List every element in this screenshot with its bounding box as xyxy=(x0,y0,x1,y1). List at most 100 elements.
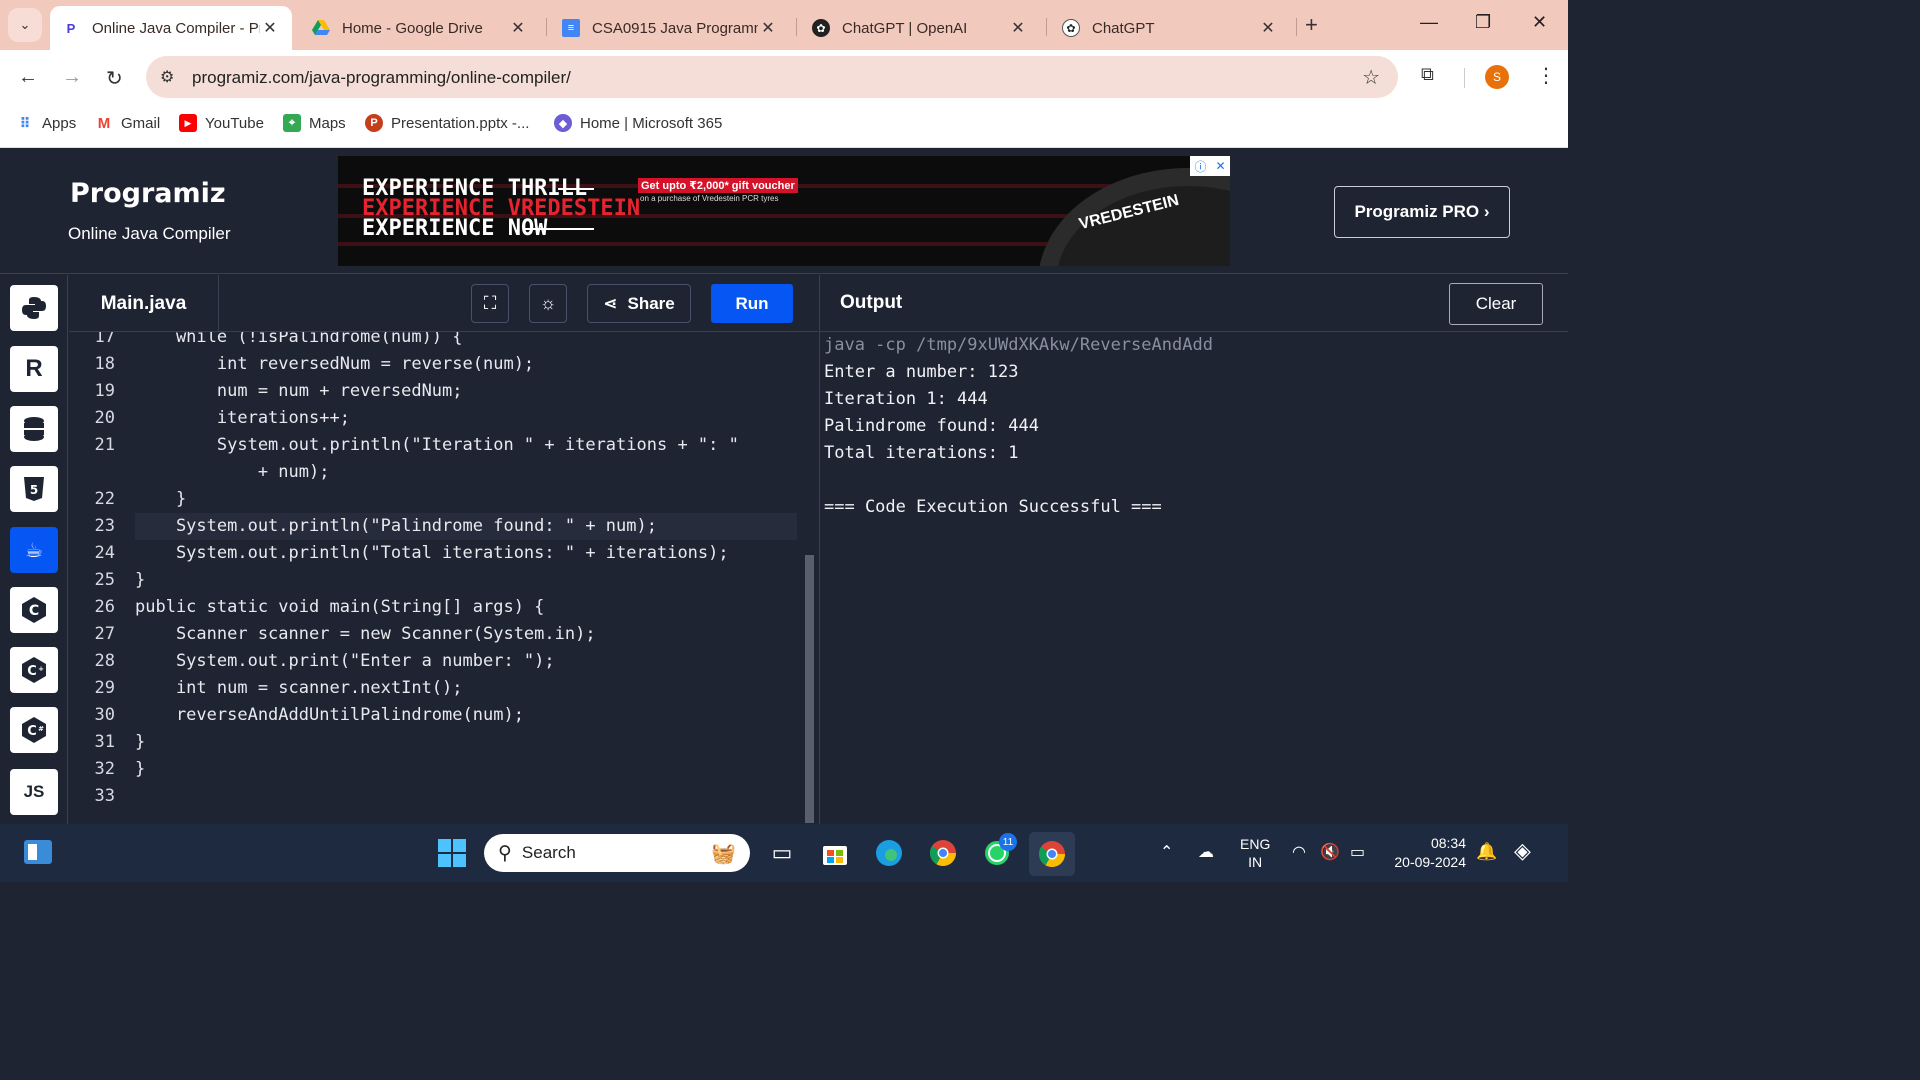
line-number: 24 xyxy=(94,543,115,563)
tab-online-java-compiler[interactable]: P Online Java Compiler - Pr ✕ xyxy=(50,6,292,50)
close-ad-icon[interactable]: ✕ xyxy=(1215,159,1225,173)
code-text: Scanner scanner = new Scanner(System.in)… xyxy=(135,624,596,644)
profile-avatar[interactable]: S xyxy=(1485,65,1509,89)
bookmark-gmail[interactable]: M Gmail xyxy=(95,114,160,132)
code-line[interactable]: 20 iterations++; xyxy=(69,405,797,432)
theme-toggle-icon[interactable]: ☼ xyxy=(529,284,567,323)
wifi-icon[interactable]: ◠ xyxy=(1292,842,1306,862)
minimize-icon[interactable]: — xyxy=(1420,12,1438,33)
html5-icon[interactable]: 5 xyxy=(10,466,58,512)
code-line[interactable]: 29 int num = scanner.nextInt(); xyxy=(69,675,797,702)
battery-icon[interactable]: ▭ xyxy=(1350,842,1365,862)
code-line[interactable]: 33 xyxy=(69,783,797,810)
code-editor[interactable]: 17 while (!isPalindrome(num)) {18 int re… xyxy=(69,332,818,824)
microsoft-365-icon: ◆ xyxy=(554,114,572,132)
code-line[interactable]: 22 } xyxy=(69,486,797,513)
back-icon[interactable]: ← xyxy=(18,66,38,89)
java-icon[interactable]: ☕ xyxy=(10,527,58,573)
ad-choices-icon[interactable]: ⓘ ✕ xyxy=(1190,156,1230,176)
file-tab-main-java[interactable]: Main.java xyxy=(69,275,219,332)
menu-icon[interactable]: ⋮ xyxy=(1536,63,1556,88)
code-text: public static void main(String[] args) { xyxy=(135,597,545,617)
language-sidebar: R 5 ☕ C C + C # JS xyxy=(0,275,68,825)
edge-icon[interactable] xyxy=(873,837,905,869)
close-tab-icon[interactable]: ✕ xyxy=(260,18,280,38)
task-view-icon[interactable]: ▭ xyxy=(766,837,798,869)
tab-search-button[interactable]: ⌄ xyxy=(8,8,42,42)
cpp-icon[interactable]: C + xyxy=(10,647,58,693)
output-console[interactable]: java -cp /tmp/9xUWdXKAkw/ReverseAndAdd En… xyxy=(819,332,1568,824)
output-line: Total iterations: 1 xyxy=(824,443,1019,463)
code-line[interactable]: 21 System.out.println("Iteration " + ite… xyxy=(69,432,797,459)
bookmark-microsoft-365[interactable]: ◆ Home | Microsoft 365 xyxy=(554,114,722,132)
reload-icon[interactable]: ↻ xyxy=(106,66,123,91)
language-indicator[interactable]: ENG IN xyxy=(1240,835,1270,871)
c-icon[interactable]: C xyxy=(10,587,58,633)
javascript-icon[interactable]: JS xyxy=(10,769,58,815)
close-tab-icon[interactable]: ✕ xyxy=(508,18,528,38)
code-line[interactable]: 19 num = num + reversedNum; xyxy=(69,378,797,405)
taskbar-search[interactable]: ⚲ Search 🧺 xyxy=(484,834,750,872)
copilot-icon[interactable]: ◈ xyxy=(1514,838,1531,864)
address-bar[interactable]: ⚙ programiz.com/java-programming/online-… xyxy=(146,56,1398,98)
tab-csa0915-doc[interactable]: ≡ CSA0915 Java Programm ✕ xyxy=(550,6,790,50)
programiz-pro-button[interactable]: Programiz PRO › xyxy=(1334,186,1510,238)
info-icon[interactable]: ⓘ xyxy=(1194,158,1206,175)
microsoft-store-icon[interactable] xyxy=(819,837,851,869)
bookmark-star-icon[interactable]: ☆ xyxy=(1362,65,1380,90)
close-tab-icon[interactable]: ✕ xyxy=(758,18,778,38)
code-line[interactable]: 25} xyxy=(69,567,797,594)
code-line[interactable]: 24 System.out.println("Total iterations:… xyxy=(69,540,797,567)
show-hidden-icons[interactable]: ⌃ xyxy=(1160,842,1173,862)
system-clock[interactable]: 08:34 20-09-2024 xyxy=(1390,834,1466,872)
chrome-profile-icon[interactable] xyxy=(1029,832,1075,876)
bookmark-youtube[interactable]: ▶ YouTube xyxy=(179,114,264,132)
code-line[interactable]: 28 System.out.print("Enter a number: "); xyxy=(69,648,797,675)
fullscreen-icon[interactable]: ⛶ xyxy=(471,284,509,323)
share-button[interactable]: ⋖ Share xyxy=(587,284,691,323)
forward-icon[interactable]: → xyxy=(62,66,82,89)
whatsapp-icon[interactable]: 11 xyxy=(981,833,1017,869)
volume-muted-icon[interactable]: 🔇 xyxy=(1320,842,1340,862)
r-icon[interactable]: R xyxy=(10,346,58,392)
programiz-logo[interactable]: Programiz xyxy=(70,178,226,209)
tab-chatgpt[interactable]: ✿ ChatGPT ✕ xyxy=(1050,6,1290,50)
python-icon[interactable] xyxy=(10,285,58,331)
bookmark-maps[interactable]: ⌖ Maps xyxy=(283,114,346,132)
close-window-icon[interactable]: ✕ xyxy=(1532,12,1547,33)
code-line[interactable]: 30 reverseAndAddUntilPalindrome(num); xyxy=(69,702,797,729)
code-line[interactable]: 26 public static void main(String[] args)… xyxy=(69,594,797,621)
new-tab-icon[interactable]: + xyxy=(1305,12,1318,38)
csharp-icon[interactable]: C # xyxy=(10,707,58,753)
restore-icon[interactable]: ❐ xyxy=(1475,12,1491,33)
notification-bell-icon[interactable]: 🔔 xyxy=(1476,842,1497,862)
tab-chatgpt-openai[interactable]: ✿ ChatGPT | OpenAI ✕ xyxy=(800,6,1040,50)
editor-scrollbar[interactable] xyxy=(805,555,814,823)
clear-button[interactable]: Clear xyxy=(1449,283,1543,325)
code-line[interactable]: 17 while (!isPalindrome(num)) { xyxy=(69,332,797,351)
run-button[interactable]: Run xyxy=(711,284,793,323)
bookmark-apps[interactable]: ⠿ Apps xyxy=(16,114,77,132)
bookmark-presentation[interactable]: P Presentation.pptx -... xyxy=(365,114,529,132)
apps-grid-icon: ⠿ xyxy=(19,114,31,131)
code-line[interactable]: 23 System.out.println("Palindrome found:… xyxy=(69,513,797,540)
browser-tab-strip: ⌄ P Online Java Compiler - Pr ✕ Home - G… xyxy=(0,0,1568,50)
code-line[interactable]: + num); xyxy=(69,459,797,486)
extensions-icon[interactable]: ⧉ xyxy=(1421,64,1434,85)
widgets-icon[interactable] xyxy=(22,836,54,868)
windows-start-icon[interactable] xyxy=(436,837,468,869)
code-line[interactable]: 32} xyxy=(69,756,797,783)
code-line[interactable]: 27 Scanner scanner = new Scanner(System.… xyxy=(69,621,797,648)
site-info-icon[interactable]: ⚙ xyxy=(160,67,174,87)
close-tab-icon[interactable]: ✕ xyxy=(1258,18,1278,38)
chrome-icon[interactable] xyxy=(927,837,959,869)
url-text[interactable]: programiz.com/java-programming/online-co… xyxy=(192,68,571,88)
code-line[interactable]: 31} xyxy=(69,729,797,756)
tab-google-drive[interactable]: Home - Google Drive ✕ xyxy=(300,6,540,50)
close-tab-icon[interactable]: ✕ xyxy=(1008,18,1028,38)
onedrive-icon[interactable]: ☁ xyxy=(1198,842,1214,862)
code-line[interactable]: 18 int reversedNum = reverse(num); xyxy=(69,351,797,378)
sql-icon[interactable] xyxy=(10,406,58,452)
advertisement-banner[interactable]: EXPERIENCE THRILL EXPERIENCE VREDESTEIN … xyxy=(338,156,1230,266)
line-number: 29 xyxy=(94,678,115,698)
